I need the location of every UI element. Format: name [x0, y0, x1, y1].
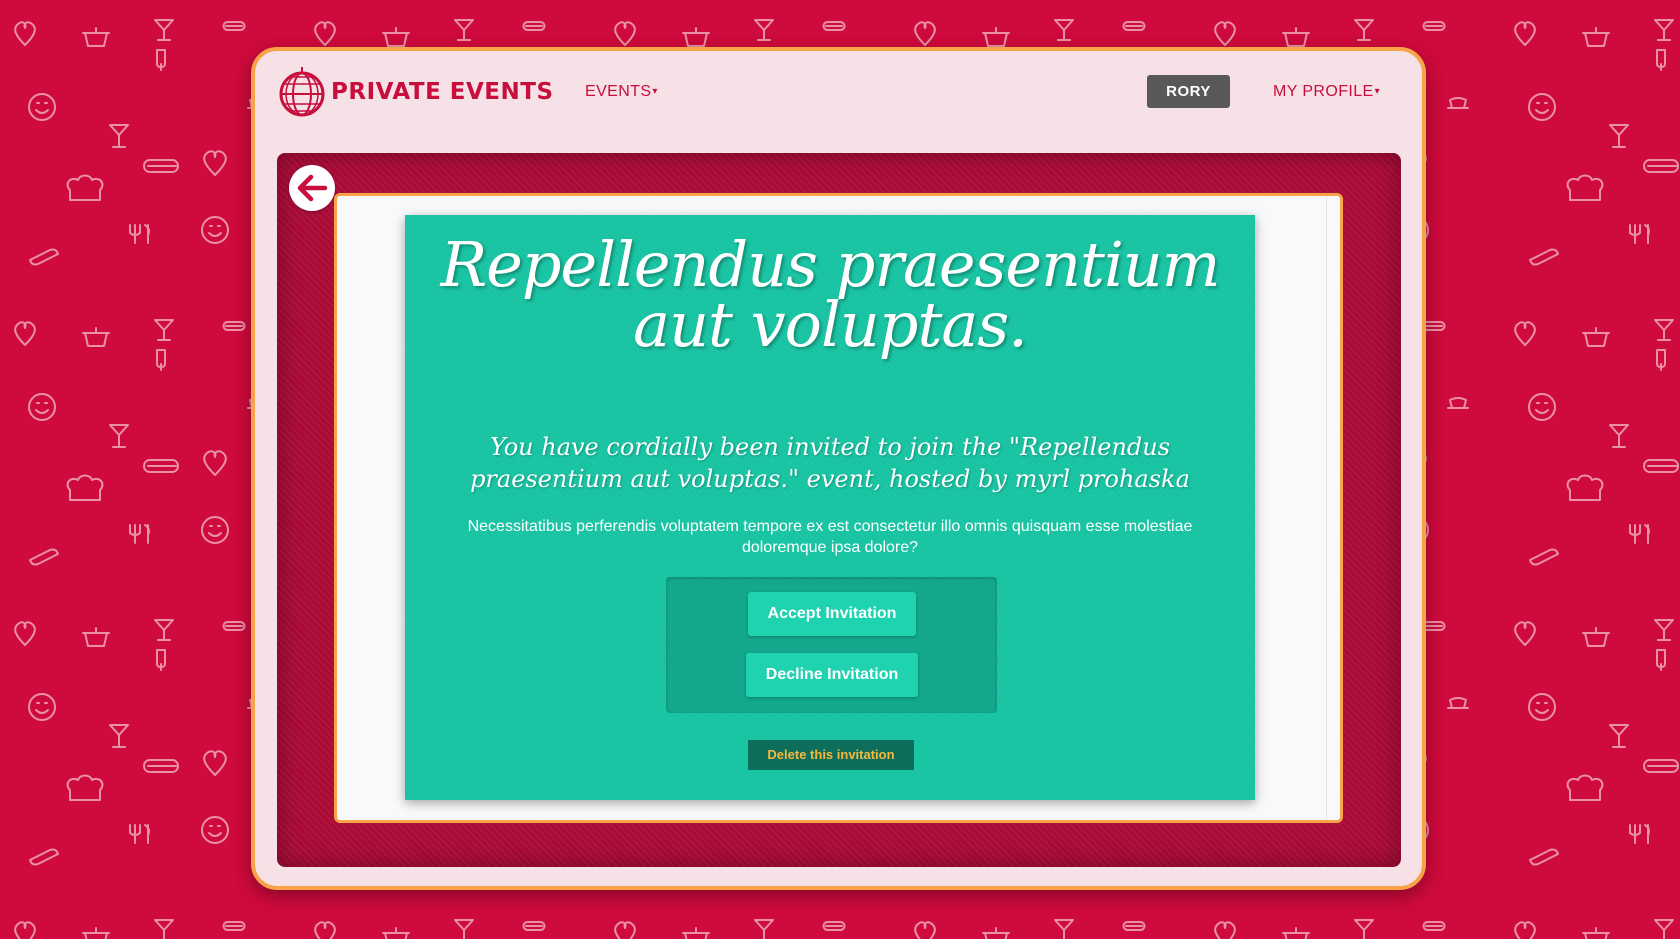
invitation-panel: Repellendus praesentium aut voluptas. Yo… — [334, 193, 1343, 823]
delete-invitation-button[interactable]: Delete this invitation — [748, 740, 914, 770]
brand[interactable]: PRIVATE EVENTS — [279, 67, 554, 117]
caret-down-icon: ▾ — [652, 86, 658, 97]
events-label: EVENTS — [585, 83, 652, 100]
arrow-left-icon — [297, 174, 328, 202]
event-title: Repellendus praesentium aut voluptas. — [440, 228, 1220, 361]
back-button[interactable] — [289, 165, 335, 211]
user-badge[interactable]: RORY — [1147, 75, 1230, 108]
profile-dropdown[interactable]: MY PROFILE▾ — [1273, 83, 1380, 101]
accept-invitation-button[interactable]: Accept Invitation — [748, 592, 916, 636]
brand-name: PRIVATE EVENTS — [331, 79, 554, 105]
profile-label: MY PROFILE — [1273, 83, 1374, 100]
invitation-card: Repellendus praesentium aut voluptas. Yo… — [405, 215, 1255, 800]
caret-down-icon: ▾ — [1374, 86, 1381, 97]
event-description: Necessitatibus perferendis voluptatem te… — [467, 518, 1193, 556]
invitation-message: You have cordially been invited to join … — [470, 433, 1190, 493]
events-dropdown[interactable]: EVENTS▾ — [585, 83, 658, 101]
disco-ball-icon — [279, 67, 325, 117]
response-button-group: Accept Invitation Decline Invitation — [666, 577, 997, 713]
app-window: PRIVATE EVENTS EVENTS▾ RORY MY PROFILE▾ … — [251, 47, 1426, 890]
decline-invitation-button[interactable]: Decline Invitation — [746, 653, 918, 697]
content-area: Repellendus praesentium aut voluptas. Yo… — [277, 153, 1401, 867]
